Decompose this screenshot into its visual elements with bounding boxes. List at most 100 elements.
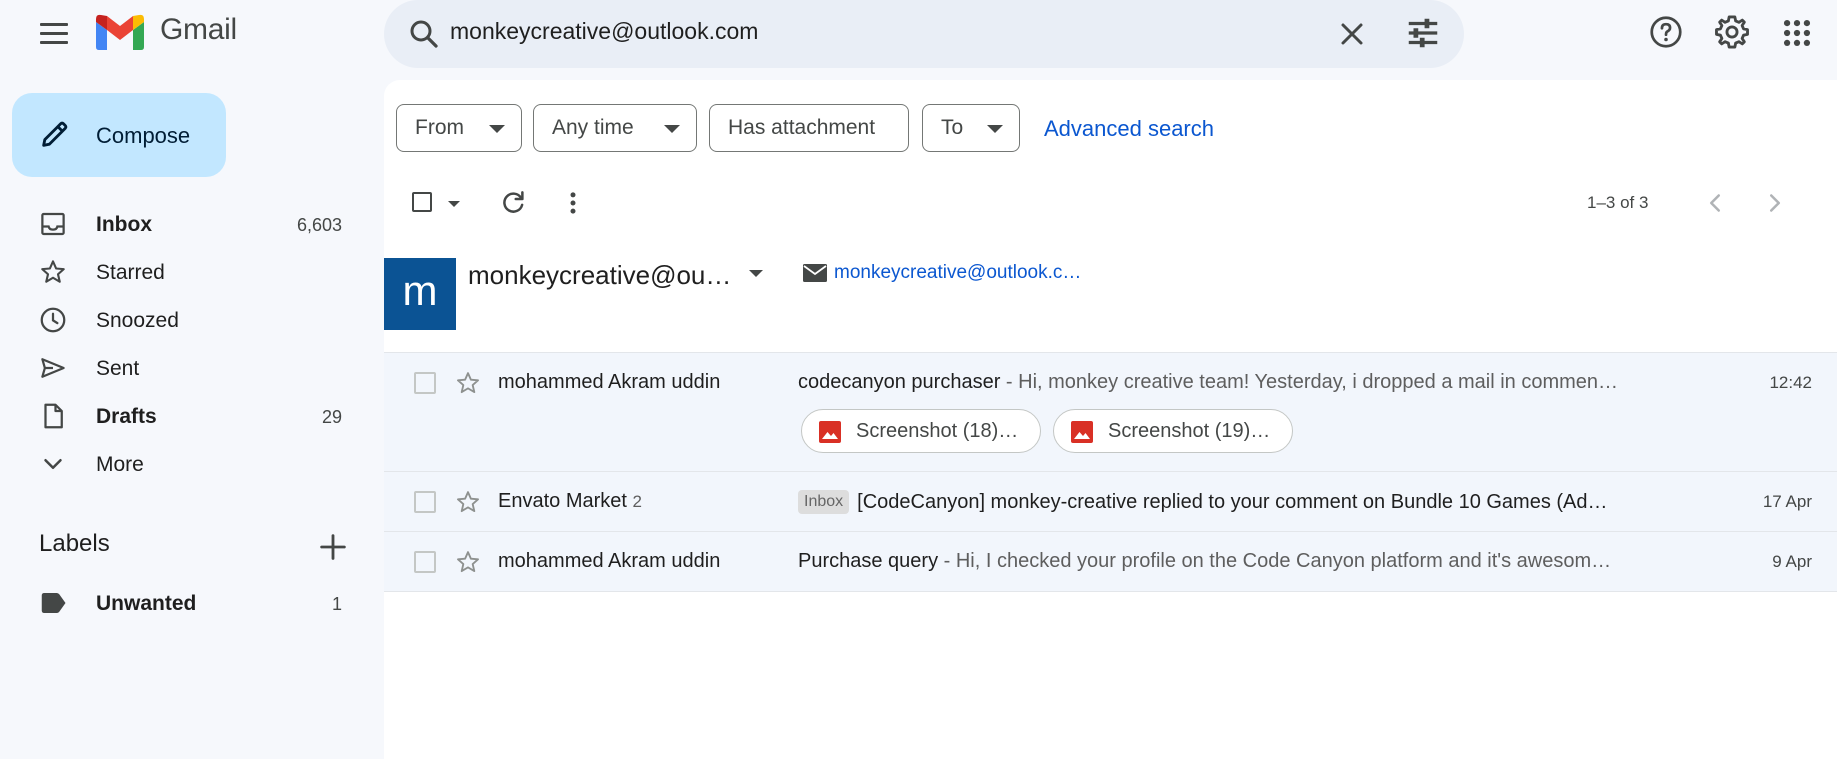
email-subject-line: codecanyon purchaser - Hi, monkey creati… <box>798 371 1618 394</box>
dropdown-caret-icon <box>664 125 680 133</box>
email-subject-line: Inbox [CodeCanyon] monkey-creative replie… <box>798 490 1608 514</box>
email-subject: Purchase query <box>798 550 939 572</box>
email-sender: Envato Market 2 <box>498 490 642 513</box>
draft-icon <box>44 403 63 429</box>
contact-email-link[interactable]: monkeycreative@outlook.c… <box>834 262 1081 284</box>
list-toolbar: 1–3 of 3 <box>384 180 1837 228</box>
sidebar-item-label: Unwanted <box>96 592 197 615</box>
sidebar-item-unwanted[interactable]: Unwanted 1 <box>0 582 370 624</box>
star-icon[interactable] <box>454 488 482 516</box>
filter-to-chip[interactable]: To <box>922 104 1020 152</box>
image-file-icon <box>819 421 841 443</box>
pencil-icon <box>42 121 68 147</box>
settings-gear-icon[interactable] <box>1713 13 1751 51</box>
attachment-name: Screenshot (18)… <box>856 420 1019 442</box>
attachment-name: Screenshot (19)… <box>1108 420 1271 442</box>
filter-from-chip[interactable]: From <box>396 104 522 152</box>
search-bar[interactable]: monkeycreative@outlook.com <box>384 0 1464 68</box>
email-date: 9 Apr <box>1772 552 1812 571</box>
create-label-plus-icon[interactable] <box>316 530 350 564</box>
sidebar-item-label: Sent <box>96 357 140 380</box>
sidebar-item-label: Inbox <box>96 213 152 236</box>
email-snippet: - Hi, monkey creative team! Yesterday, i… <box>1000 371 1619 393</box>
sidebar-item-label: Snoozed <box>96 309 179 332</box>
row-checkbox[interactable] <box>414 551 436 573</box>
sidebar-item-sent[interactable]: Sent <box>0 344 370 392</box>
sidebar-item-label: Drafts <box>96 405 157 428</box>
labels-heading: Labels <box>39 530 110 557</box>
email-subject: [CodeCanyon] monkey-creative replied to … <box>857 491 1608 513</box>
label-count: 1 <box>331 594 342 614</box>
search-options-icon[interactable] <box>1404 14 1442 52</box>
email-row[interactable]: Envato Market 2 Inbox [CodeCanyon] monkey… <box>384 472 1837 532</box>
sender-name: Envato Market <box>498 490 627 512</box>
email-snippet: - Hi, I checked your profile on the Code… <box>938 550 1612 572</box>
chevron-left-icon[interactable] <box>1700 188 1730 218</box>
filter-has-attachment-chip[interactable]: Has attachment <box>709 104 909 152</box>
filter-any-time-label: Any time <box>552 116 634 139</box>
app-name: Gmail <box>160 13 237 46</box>
search-input[interactable]: monkeycreative@outlook.com <box>450 18 758 45</box>
avatar[interactable]: m <box>384 258 456 330</box>
contact-dropdown-caret-icon[interactable] <box>749 270 763 277</box>
star-icon <box>41 260 65 283</box>
sidebar-item-more[interactable]: More <box>0 440 370 488</box>
star-icon[interactable] <box>454 548 482 576</box>
email-subject: codecanyon purchaser <box>798 371 1001 393</box>
dropdown-caret-icon <box>987 125 1003 133</box>
pagination-text: 1–3 of 3 <box>1587 193 1649 212</box>
label-icon <box>41 593 66 613</box>
sidebar-item-starred[interactable]: Starred <box>0 248 370 296</box>
sidebar-item-inbox[interactable]: Inbox 6,603 <box>0 200 370 248</box>
select-all-checkbox[interactable] <box>412 192 432 212</box>
email-list: mohammed Akram uddin codecanyon purchase… <box>384 352 1837 592</box>
compose-label: Compose <box>96 123 191 148</box>
top-bar: Gmail monkeycreative@outlook.com <box>0 0 1837 68</box>
inbox-label-badge[interactable]: Inbox <box>798 490 850 514</box>
attachment-chip[interactable]: Screenshot (18)… <box>801 409 1041 453</box>
clear-search-icon[interactable] <box>1334 16 1370 52</box>
unread-count: 6,603 <box>296 215 342 235</box>
email-row[interactable]: mohammed Akram uddin codecanyon purchase… <box>384 353 1837 472</box>
thread-count: 2 <box>632 492 642 511</box>
help-icon[interactable] <box>1648 14 1684 50</box>
sidebar-item-label: Starred <box>96 261 165 284</box>
email-date: 17 Apr <box>1762 492 1812 511</box>
sidebar-item-drafts[interactable]: Drafts 29 <box>0 392 370 440</box>
row-checkbox[interactable] <box>414 491 436 513</box>
advanced-search-link[interactable]: Advanced search <box>1044 116 1214 142</box>
clock-icon <box>40 307 66 333</box>
more-options-icon[interactable] <box>558 188 588 218</box>
sidebar-item-snoozed[interactable]: Snoozed <box>0 296 370 344</box>
refresh-icon[interactable] <box>498 188 528 218</box>
contact-card: m monkeycreative@ou… monkeycreative@outl… <box>384 258 1837 348</box>
row-checkbox[interactable] <box>414 372 436 394</box>
image-file-icon <box>1071 421 1093 443</box>
draft-count: 29 <box>321 407 342 427</box>
sender-name: mohammed Akram uddin <box>498 550 721 572</box>
contact-name[interactable]: monkeycreative@ou… <box>468 260 731 291</box>
gmail-logo-icon[interactable] <box>96 14 144 50</box>
compose-button[interactable]: Compose <box>12 93 226 177</box>
google-apps-icon[interactable] <box>1780 16 1814 50</box>
chevron-right-icon[interactable] <box>1760 188 1790 218</box>
inbox-icon <box>41 212 65 236</box>
filter-has-attachment-label: Has attachment <box>728 116 876 139</box>
filter-any-time-chip[interactable]: Any time <box>533 104 697 152</box>
filter-from-label: From <box>415 116 464 139</box>
sidebar-nav: Inbox 6,603 Starred Snoozed Sent Drafts … <box>0 200 370 488</box>
attachment-chip[interactable]: Screenshot (19)… <box>1053 409 1293 453</box>
sender-name: mohammed Akram uddin <box>498 371 721 393</box>
main-menu-icon[interactable] <box>34 19 74 49</box>
dropdown-caret-icon <box>489 125 505 133</box>
email-row[interactable]: mohammed Akram uddin Purchase query - Hi… <box>384 532 1837 592</box>
email-subject-line: Purchase query - Hi, I checked your prof… <box>798 550 1611 573</box>
send-icon <box>41 358 65 378</box>
main-panel: From Any time Has attachment To Advanced… <box>384 80 1837 759</box>
sidebar-item-label: More <box>96 453 144 476</box>
search-icon[interactable] <box>406 16 442 52</box>
star-icon[interactable] <box>454 369 482 397</box>
select-options-caret-icon[interactable] <box>448 201 460 207</box>
email-sender: mohammed Akram uddin <box>498 550 720 573</box>
email-sender: mohammed Akram uddin <box>498 371 720 394</box>
